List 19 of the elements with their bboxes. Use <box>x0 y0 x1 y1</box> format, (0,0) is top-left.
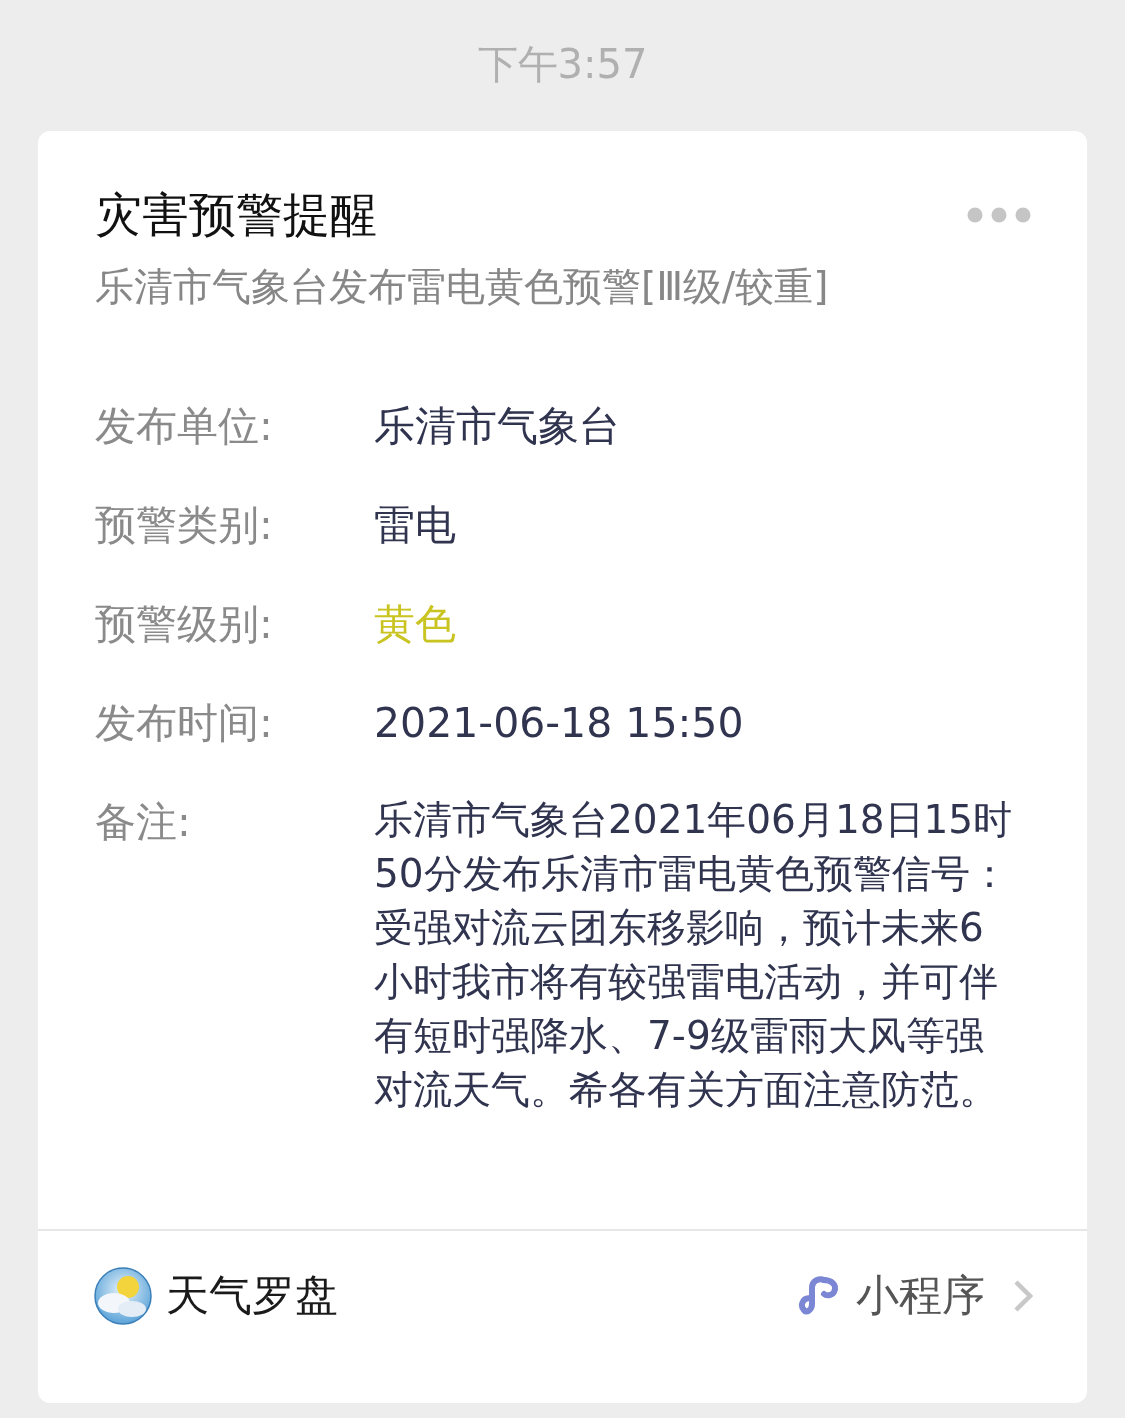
field-value: 雷电 <box>374 500 456 551</box>
field-label: 发布单位: <box>95 401 274 452</box>
field-value: 黄色 <box>374 599 456 650</box>
alert-summary: 乐清市气象台发布雷电黄色预警[Ⅲ级/较重] <box>95 263 830 311</box>
field-value: 2021-06-18 15:50 <box>374 698 744 749</box>
message-time: 下午3:57 <box>477 40 648 89</box>
field-label: 发布时间: <box>95 698 274 749</box>
field-text: 乐清市气象台2021年06月18日15时50分发布乐清市雷电黄色预警信号：受强对流云团东移影响，预计未来6小时我市将有较强雷电活动，并可伴有短时强降水、7-9级雷雨大风等强对流天气。希各有关方面注意防范。 <box>374 796 1014 1114</box>
chevron-right-icon <box>1013 1279 1033 1313</box>
card-title: 灾害预警提醒 <box>95 186 377 244</box>
app-name: 天气罗盘 <box>166 1269 338 1322</box>
more-icon[interactable] <box>967 207 1031 223</box>
mini-program-bar[interactable]: 天气罗盘 小程序 <box>38 1229 1087 1361</box>
field-label: 预警级别: <box>95 599 274 650</box>
field-label: 预警类别: <box>95 500 274 551</box>
mini-program-label: 小程序 <box>856 1269 985 1322</box>
globe-icon <box>94 1267 152 1325</box>
field-value: 乐清市气象台 <box>374 401 620 452</box>
field-label: 备注: <box>95 797 192 848</box>
